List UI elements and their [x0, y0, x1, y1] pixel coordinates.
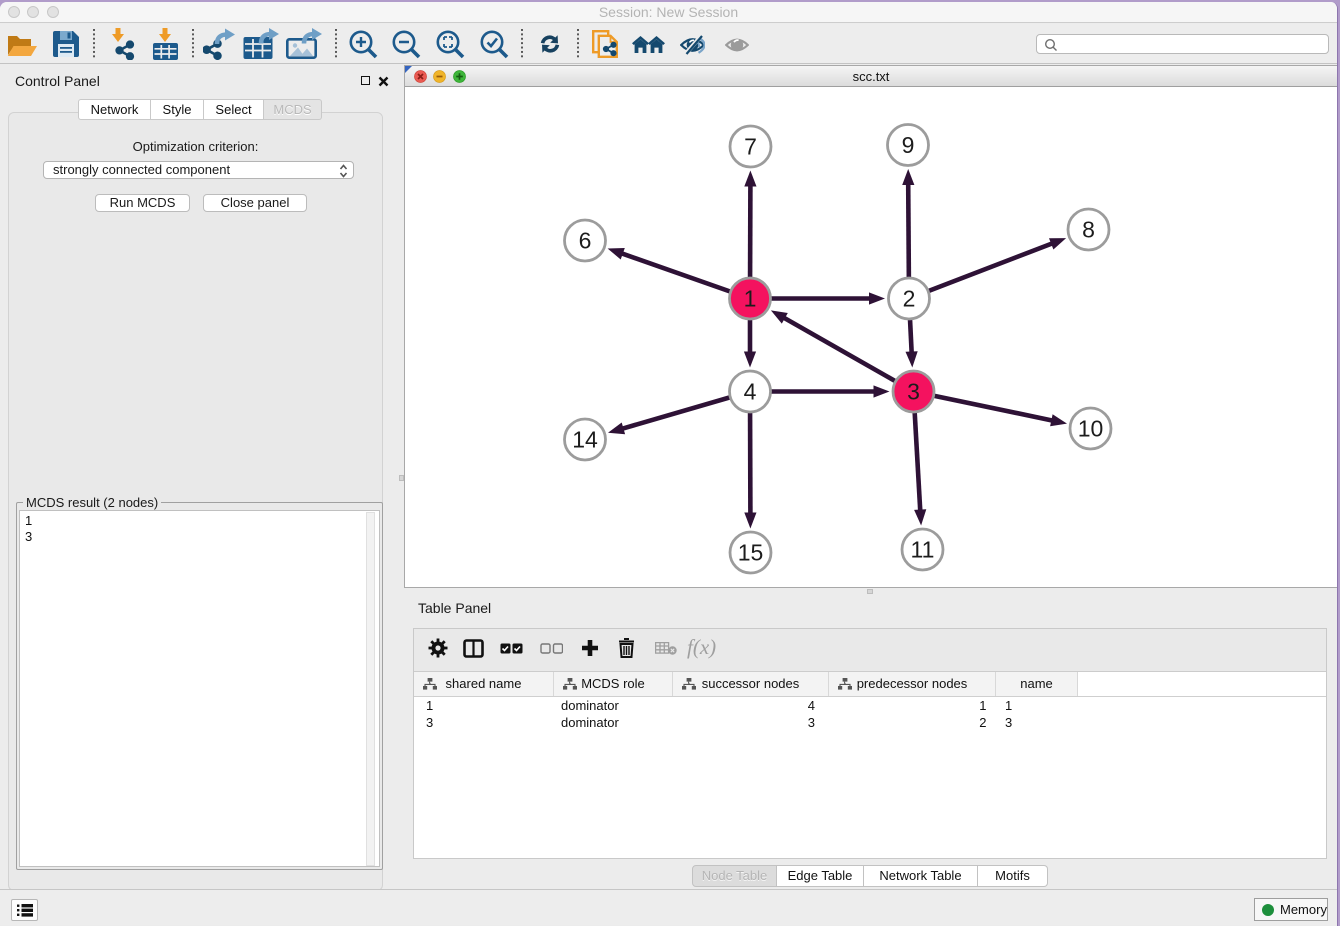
- svg-text:1: 1: [744, 286, 757, 312]
- svg-text:3: 3: [907, 379, 920, 405]
- svg-text:14: 14: [572, 427, 598, 453]
- svg-text:10: 10: [1078, 416, 1104, 442]
- svg-text:6: 6: [579, 228, 592, 254]
- svg-text:8: 8: [1082, 217, 1095, 243]
- svg-text:11: 11: [911, 537, 935, 563]
- svg-text:7: 7: [744, 134, 757, 160]
- svg-text:9: 9: [902, 132, 915, 158]
- svg-text:15: 15: [738, 540, 764, 566]
- svg-text:2: 2: [903, 286, 916, 312]
- svg-text:4: 4: [744, 379, 757, 405]
